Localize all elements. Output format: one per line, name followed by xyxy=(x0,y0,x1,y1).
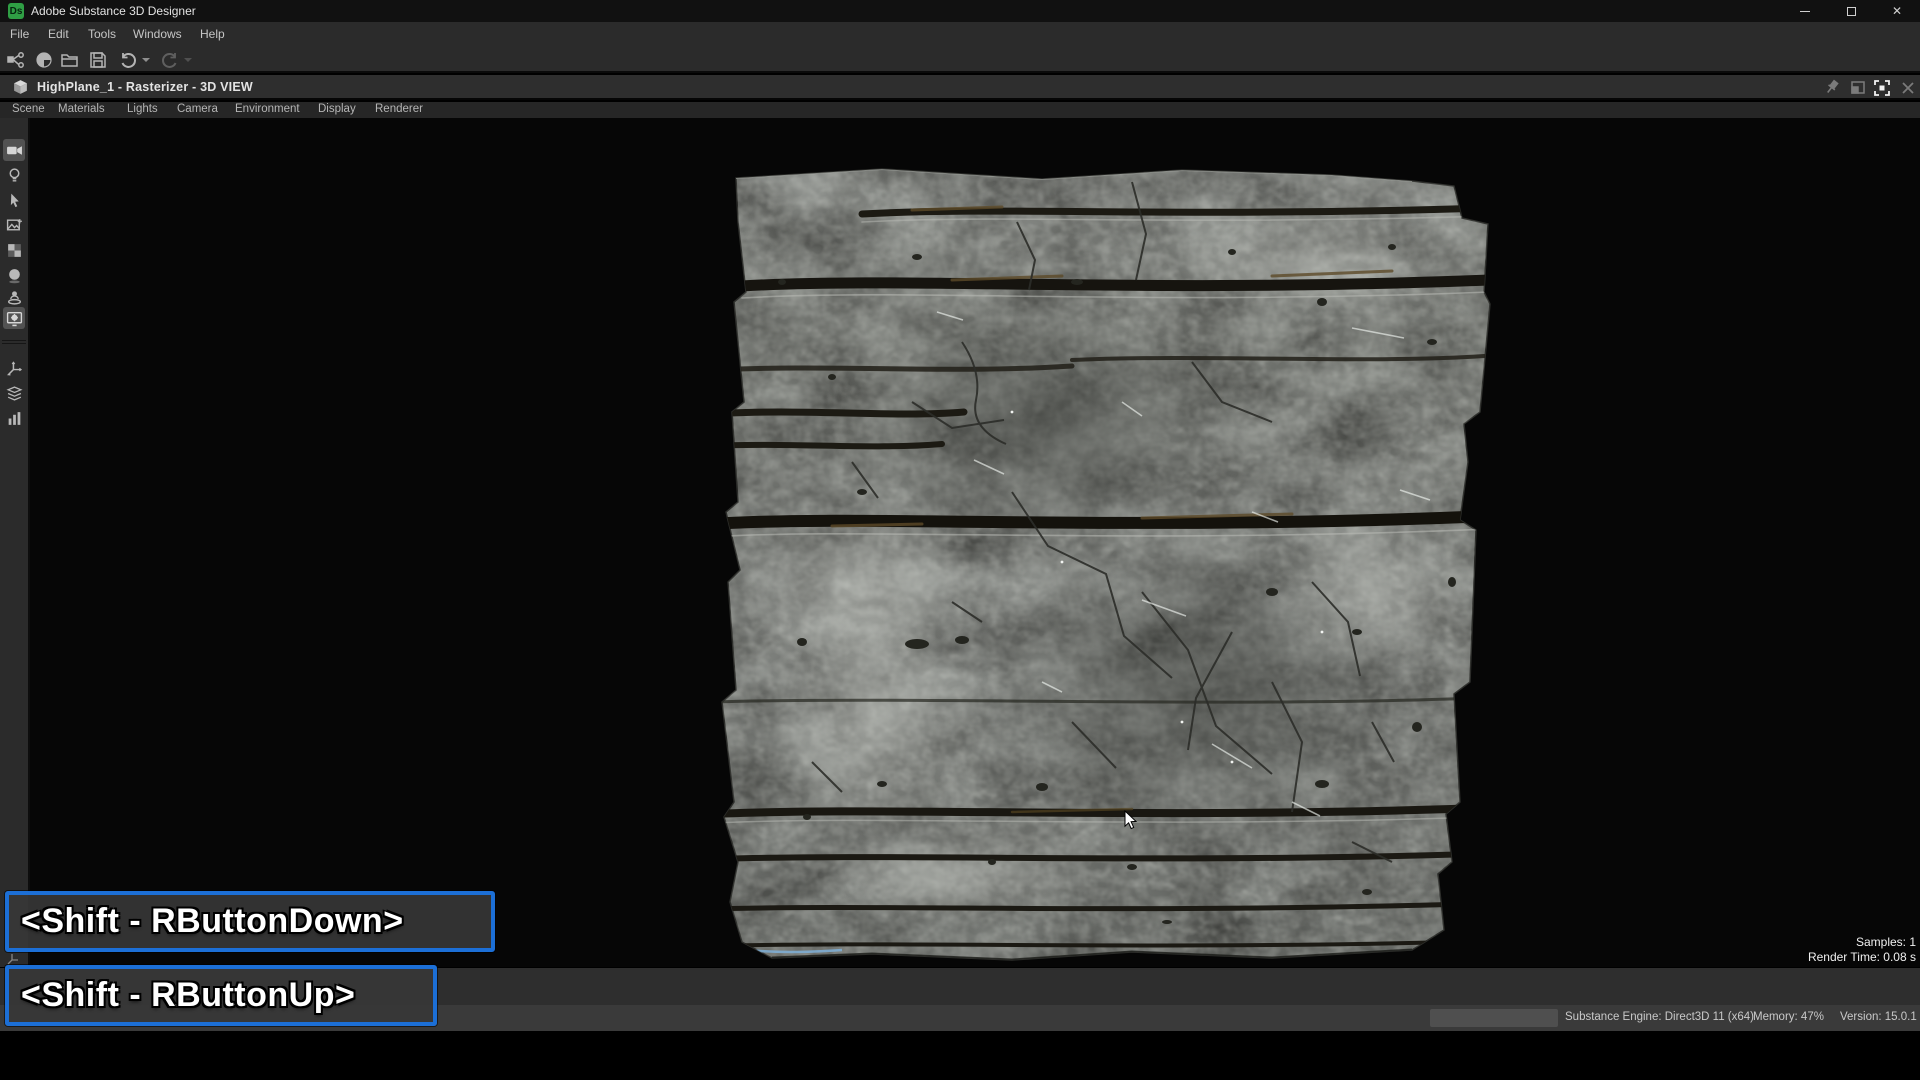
toolstrip-divider xyxy=(2,340,26,341)
menu-bar: File Edit Tools Windows Help xyxy=(0,22,1920,46)
view-tab-title[interactable]: HighPlane_1 - Rasterizer - 3D VIEW xyxy=(37,80,253,94)
pattern-icon[interactable] xyxy=(3,239,25,261)
version-status: Version: 15.0.1 xyxy=(1840,1011,1917,1023)
minimize-button[interactable] xyxy=(1782,0,1828,22)
title-bar: Ds Adobe Substance 3D Designer ✕ xyxy=(0,0,1920,22)
maximize-icon xyxy=(1847,7,1856,16)
close-icon: ✕ xyxy=(1892,4,1902,18)
memory-status: Memory: 47% xyxy=(1753,1011,1824,1023)
render-time-stat: Render Time: 0.08 s xyxy=(1808,950,1916,965)
database-sphere-icon[interactable] xyxy=(34,50,54,70)
light-icon[interactable] xyxy=(3,164,25,186)
float-window-icon[interactable] xyxy=(1848,78,1868,98)
input-overlay-shift-rbuttonup: <Shift - RButtonUp> xyxy=(5,965,437,1026)
window-title: Adobe Substance 3D Designer xyxy=(31,4,196,18)
axes-gizmo-icon[interactable] xyxy=(3,357,25,379)
viewmenu-lights[interactable]: Lights xyxy=(127,103,158,115)
viewmenu-environment[interactable]: Environment xyxy=(235,103,300,115)
render-settings-icon[interactable] xyxy=(3,307,25,329)
viewmenu-scene[interactable]: Scene xyxy=(12,103,45,115)
viewport-3d[interactable]: Samples: 1 Render Time: 0.08 s xyxy=(30,118,1920,967)
new-package-icon[interactable] xyxy=(6,50,26,70)
pointer-icon[interactable] xyxy=(3,189,25,211)
viewmenu-renderer[interactable]: Renderer xyxy=(375,103,423,115)
status-progress-bar xyxy=(1430,1009,1558,1027)
open-folder-icon[interactable] xyxy=(60,50,80,70)
maximize-button[interactable] xyxy=(1828,0,1874,22)
view-tab-bar: HighPlane_1 - Rasterizer - 3D VIEW xyxy=(0,75,1920,100)
minimize-icon xyxy=(1800,11,1810,12)
menu-tools[interactable]: Tools xyxy=(88,27,116,41)
samples-stat: Samples: 1 xyxy=(1808,935,1916,950)
menu-help[interactable]: Help xyxy=(200,27,225,41)
menu-edit[interactable]: Edit xyxy=(48,27,69,41)
undo-dropdown-icon[interactable] xyxy=(142,58,150,62)
input-overlay-shift-rbuttondown: <Shift - RButtonDown> xyxy=(5,891,495,952)
layers-icon[interactable] xyxy=(3,382,25,404)
viewmenu-camera[interactable]: Camera xyxy=(177,103,218,115)
app-window: Ds Adobe Substance 3D Designer ✕ File Ed… xyxy=(0,0,1920,1080)
mouse-cursor-icon xyxy=(1124,810,1138,830)
redo-icon[interactable] xyxy=(160,50,180,70)
rock-render xyxy=(712,162,1492,962)
histogram-icon[interactable] xyxy=(3,407,25,429)
viewmenu-display[interactable]: Display xyxy=(318,103,356,115)
close-button[interactable]: ✕ xyxy=(1874,0,1920,22)
left-tool-strip xyxy=(0,118,30,967)
redo-dropdown-icon[interactable] xyxy=(184,58,192,62)
menu-windows[interactable]: Windows xyxy=(133,27,182,41)
engine-status: Substance Engine: Direct3D 11 (x64) xyxy=(1565,1011,1754,1023)
undo-icon[interactable] xyxy=(118,50,138,70)
footer-area xyxy=(0,1031,1920,1080)
cube-icon xyxy=(12,79,29,101)
view-menu-bar: Scene Materials Lights Camera Environmen… xyxy=(0,102,1920,118)
tab-close-icon[interactable] xyxy=(1898,78,1918,98)
bottom-gizmo-icon[interactable] xyxy=(6,952,20,966)
material-sphere-icon[interactable] xyxy=(3,264,25,286)
pin-icon[interactable] xyxy=(1822,78,1842,98)
menu-file[interactable]: File xyxy=(10,27,29,41)
focus-icon[interactable] xyxy=(1872,78,1892,98)
render-stats: Samples: 1 Render Time: 0.08 s xyxy=(1808,935,1916,965)
app-logo-icon: Ds xyxy=(8,3,24,19)
save-icon[interactable] xyxy=(88,50,108,70)
viewmenu-materials[interactable]: Materials xyxy=(58,103,105,115)
main-toolbar xyxy=(0,46,1920,73)
camera-icon[interactable] xyxy=(3,139,25,161)
turntable-icon[interactable] xyxy=(3,286,25,308)
texture-icon[interactable] xyxy=(3,214,25,236)
